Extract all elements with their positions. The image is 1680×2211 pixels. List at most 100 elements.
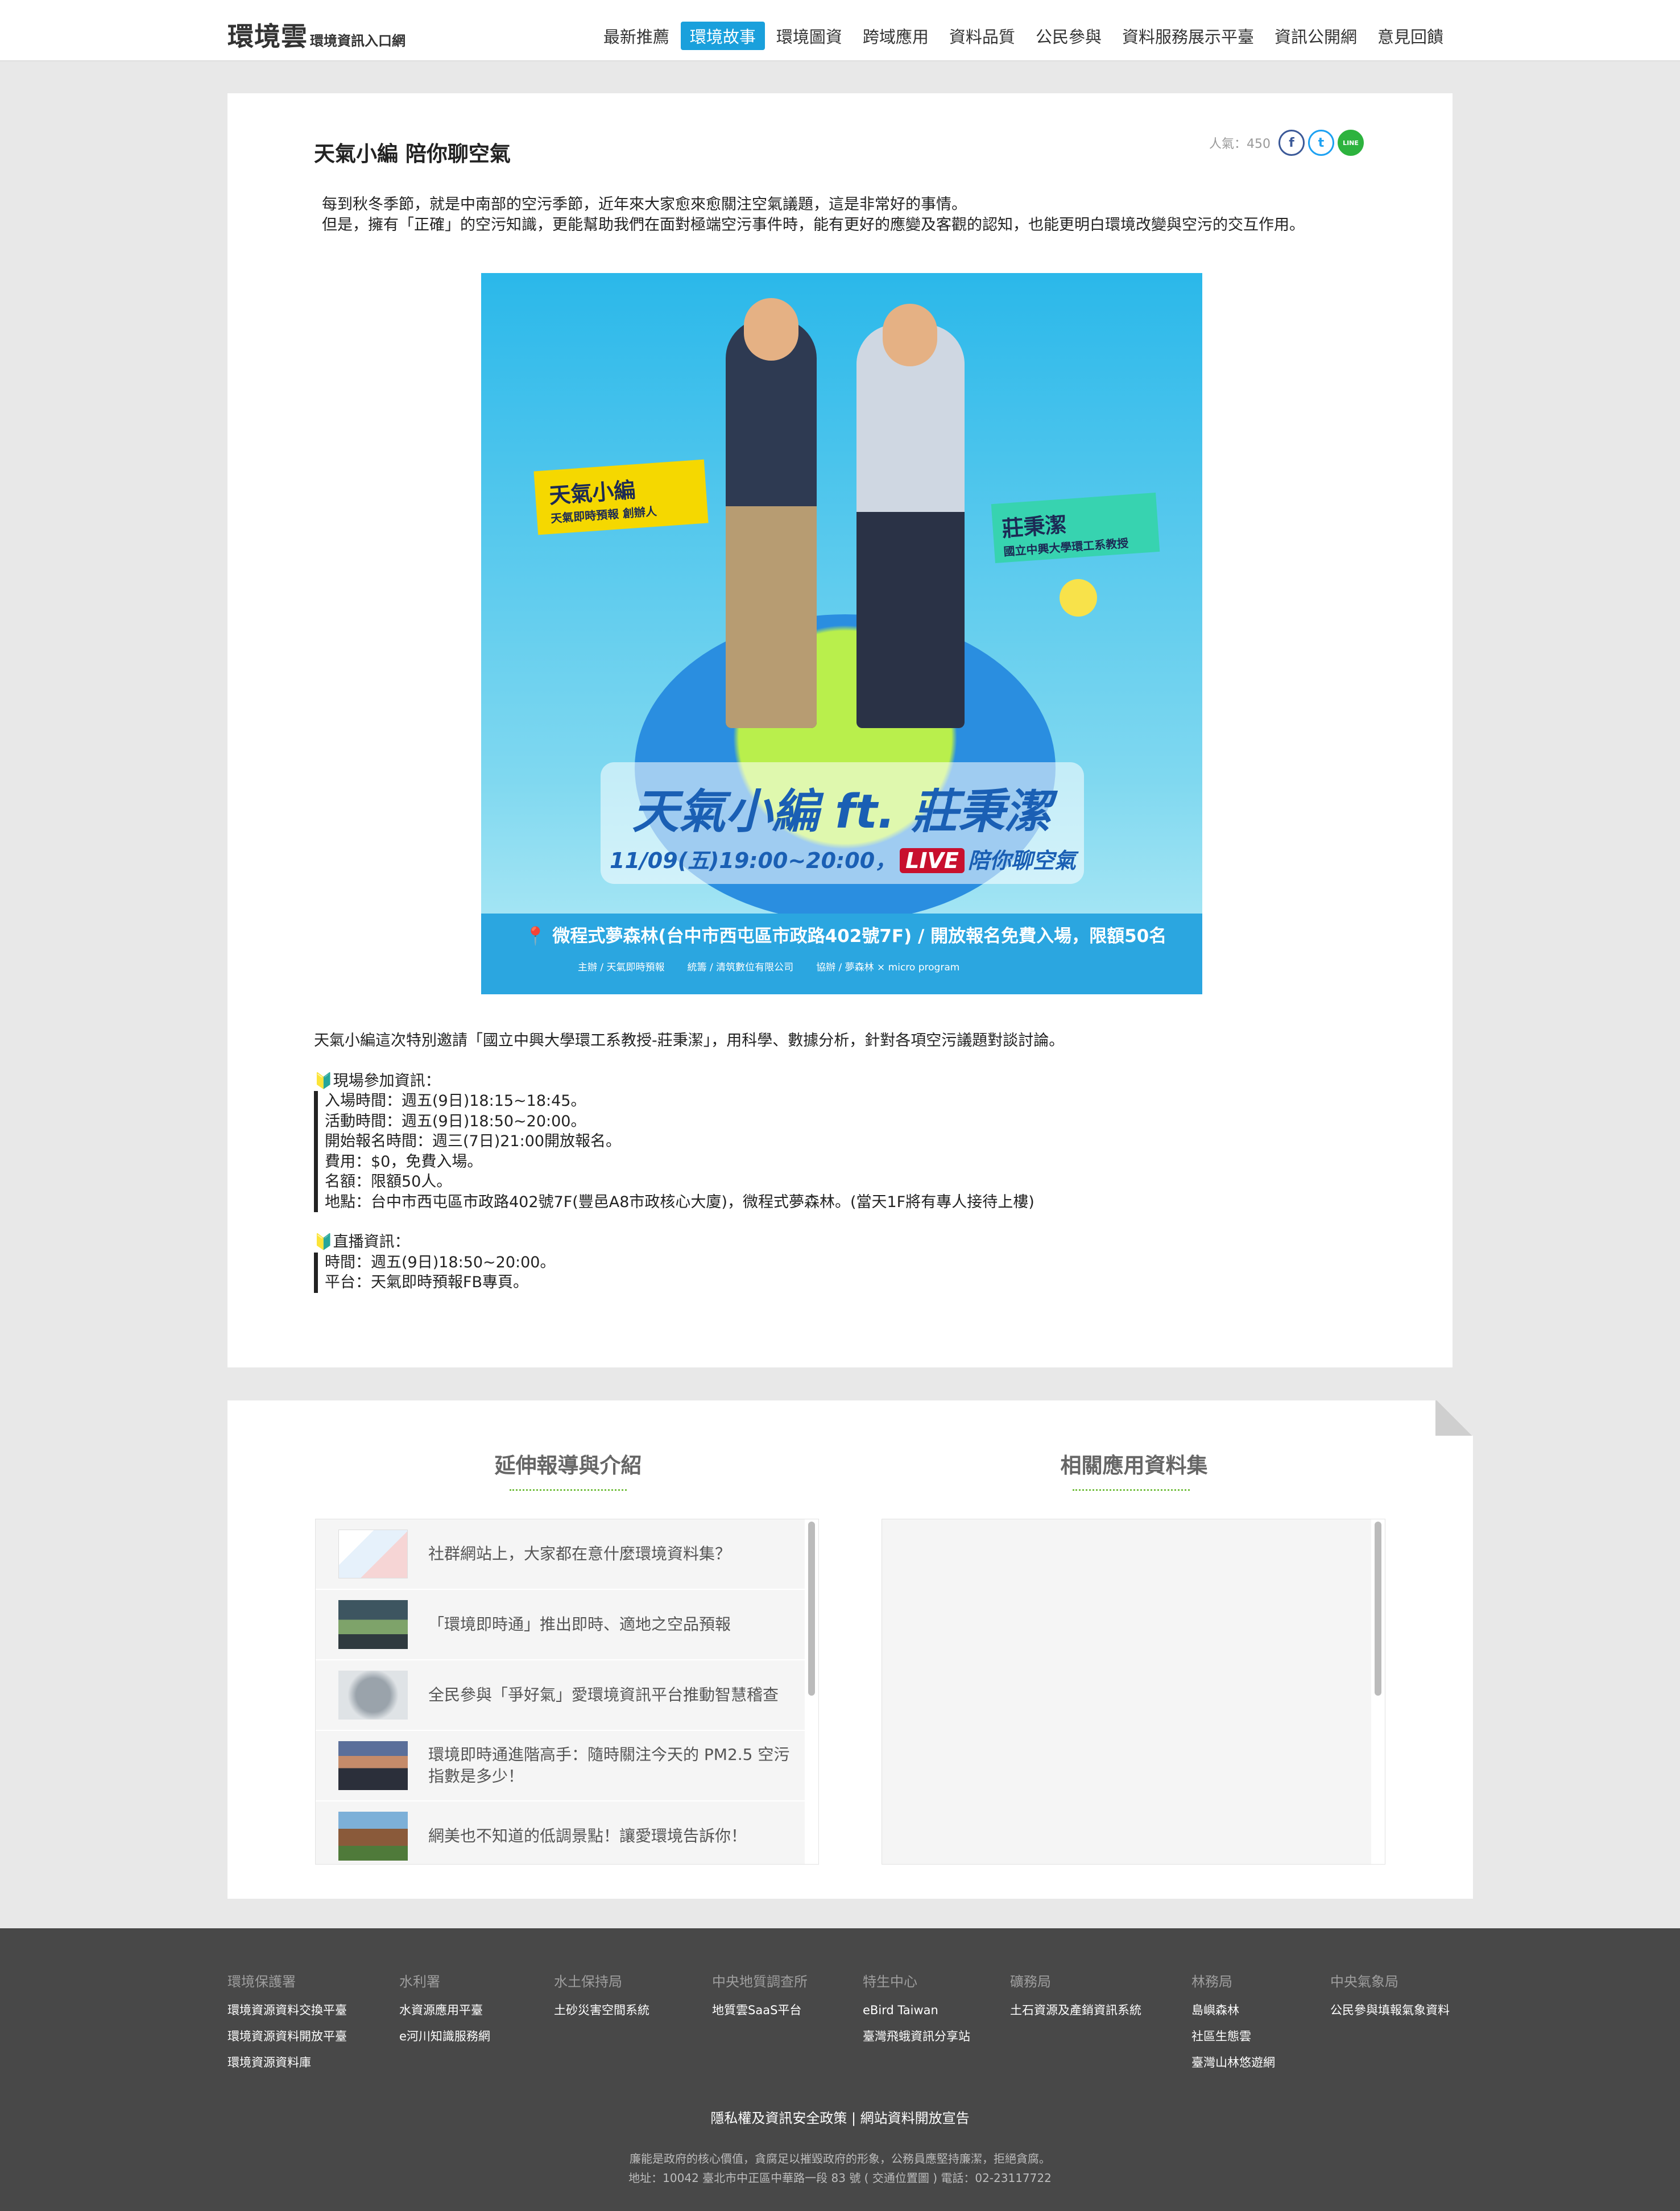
list-item[interactable]: 全民參與「爭好氣」愛環境資訊平台推動智慧稽查 bbox=[316, 1660, 805, 1731]
list-item-title: 「環境即時通」推出即時、適地之空品預報 bbox=[428, 1615, 731, 1634]
footer-column-geology: 中央地質調查所 地質雲SaaS平台 bbox=[712, 1970, 808, 2023]
nav-item-data-services[interactable]: 資料服務展示平臺 bbox=[1113, 22, 1263, 50]
related-section: 延伸報導與介紹 相關應用資料集 社群網站上，大家都在意什麼環境資料集？ 「環境即… bbox=[227, 1400, 1473, 1899]
guest-figure bbox=[856, 324, 965, 728]
share-bar: 人氣：450 f t LINE bbox=[1209, 130, 1364, 156]
list-item-title: 社群網站上，大家都在意什麼環境資料集？ bbox=[428, 1544, 731, 1563]
integrity-statement: 廉能是政府的核心價值，貪腐足以摧毀政府的形象，公務員應堅持廉潔，拒絕貪腐。 bbox=[630, 2152, 1050, 2165]
extended-reports-list: 社群網站上，大家都在意什麼環境資料集？ 「環境即時通」推出即時、適地之空品預報 … bbox=[315, 1519, 819, 1865]
footer-link[interactable]: 臺灣飛蛾資訊分享站 bbox=[863, 2023, 970, 2049]
footer-note: 廉能是政府的核心價值，貪腐足以摧毀政府的形象，公務員應堅持廉潔，拒絕貪腐。 地址… bbox=[0, 2149, 1680, 2188]
banner-venue: 📍 微程式夢森林(台中市西屯區市政路402號7F) / 開放報名免費入場，限額5… bbox=[524, 926, 1167, 947]
footer-link[interactable]: eBird Taiwan bbox=[863, 1997, 970, 2023]
onsite-item: 活動時間：週五(9日)18:50~20:00。 bbox=[314, 1111, 1372, 1131]
footer-link[interactable]: 環境資源資料交換平臺 bbox=[227, 1997, 347, 2023]
footer-link[interactable]: 土石資源及產銷資訊系統 bbox=[1010, 1997, 1141, 2023]
corner-fold bbox=[1435, 1400, 1473, 1436]
site-logo[interactable]: 環境雲 環境資訊入口網 bbox=[227, 16, 405, 53]
footer-column-soil: 水土保持局 土砂災害空間系統 bbox=[554, 1970, 649, 2023]
intro-paragraph: 每到秋冬季節，就是中南部的空污季節，近年來大家愈來愈關注空氣議題，這是非常好的事… bbox=[322, 196, 967, 213]
nav-item-maps[interactable]: 環境圖資 bbox=[767, 22, 851, 50]
list-item-title: 環境即時通進階高手：隨時關注今天的 PM2.5 空污指數是多少！ bbox=[428, 1745, 790, 1786]
main-nav: 最新推薦 環境故事 環境圖資 跨域應用 資料品質 公民參與 資料服務展示平臺 資… bbox=[594, 22, 1453, 50]
sun-illustration bbox=[1060, 579, 1097, 617]
article-intro: 每到秋冬季節，就是中南部的空污季節，近年來大家愈來愈關注空氣議題，這是非常好的事… bbox=[322, 195, 1368, 235]
top-header: 環境雲 環境資訊入口網 最新推薦 環境故事 環境圖資 跨域應用 資料品質 公民參… bbox=[0, 0, 1680, 61]
footer-column-forestry: 林務局 島嶼森林 社區生態雲 臺灣山林悠遊網 bbox=[1191, 1970, 1275, 2076]
banner-venue-strip: 📍 微程式夢森林(台中市西屯區市政路402號7F) / 開放報名免費入場，限額5… bbox=[481, 914, 1202, 994]
footer-link[interactable]: 臺灣山林悠遊網 bbox=[1191, 2049, 1275, 2076]
onsite-item: 入場時間：週五(9日)18:15~18:45。 bbox=[314, 1091, 1372, 1111]
nav-item-data-quality[interactable]: 資料品質 bbox=[940, 22, 1024, 50]
host-head bbox=[744, 298, 798, 361]
nav-item-open-info[interactable]: 資訊公開網 bbox=[1265, 22, 1366, 50]
list-scrollbar[interactable] bbox=[808, 1522, 815, 1696]
banner-title: 天氣小編 ft. 莊秉潔 bbox=[632, 785, 1052, 839]
live-item: 平台：天氣即時預報FB專頁。 bbox=[314, 1272, 1372, 1293]
nav-item-cross-domain[interactable]: 跨域應用 bbox=[854, 22, 938, 50]
facebook-share-icon[interactable]: f bbox=[1278, 130, 1305, 156]
article-card: 天氣小編 陪你聊空氣 人氣：450 f t LINE 每到秋冬季節，就是中南部的… bbox=[227, 93, 1453, 1367]
footer-column-biodiversity: 特生中心 eBird Taiwan 臺灣飛蛾資訊分享站 bbox=[863, 1970, 970, 2049]
title-underline bbox=[510, 1489, 627, 1491]
list-item-title: 全民參與「爭好氣」愛環境資訊平台推動智慧稽查 bbox=[428, 1685, 779, 1704]
footer-link[interactable]: 島嶼森林 bbox=[1191, 1997, 1275, 2023]
live-badge: LIVE bbox=[900, 848, 965, 873]
list-scrollbar[interactable] bbox=[1375, 1522, 1381, 1696]
line-share-icon[interactable]: LINE bbox=[1338, 130, 1364, 156]
banner-date: 11/09(五)19:00~20:00， LIVE 陪你聊空氣 bbox=[610, 848, 1076, 873]
related-datasets-list bbox=[882, 1519, 1385, 1865]
live-item: 時間：週五(9日)18:50~20:00。 bbox=[314, 1252, 1372, 1272]
extended-reports-title: 延伸報導與介紹 bbox=[494, 1453, 642, 1478]
footer-link[interactable]: 環境資源資料庫 bbox=[227, 2049, 347, 2076]
footer-link[interactable]: 公民參與填報氣象資料 bbox=[1330, 1997, 1450, 2023]
title-underline bbox=[1073, 1489, 1190, 1491]
article-thumbnail bbox=[338, 1741, 408, 1790]
footer-link[interactable]: 地質雲SaaS平台 bbox=[712, 1997, 808, 2023]
onsite-heading: 🔰現場參加資訊： bbox=[314, 1072, 441, 1090]
event-banner-image: 天氣小編 天氣即時預報 創辦人 莊秉潔 國立中興大學環工系教授 天氣小編 ft.… bbox=[481, 273, 1202, 994]
list-item[interactable]: 環境即時通進階高手：隨時關注今天的 PM2.5 空污指數是多少！ bbox=[316, 1731, 805, 1801]
onsite-item: 費用：$0，免費入場。 bbox=[314, 1151, 1372, 1172]
site-footer: 環境保護署 環境資源資料交換平臺 環境資源資料開放平臺 環境資源資料庫 水利署 … bbox=[0, 1928, 1680, 2211]
nav-item-citizen[interactable]: 公民參與 bbox=[1027, 22, 1111, 50]
host-name-tag: 天氣小編 天氣即時預報 創辦人 bbox=[533, 459, 709, 535]
footer-column-water: 水利署 水資源應用平臺 e河川知識服務網 bbox=[399, 1970, 490, 2049]
article-title: 天氣小編 陪你聊空氣 bbox=[314, 142, 511, 166]
article-body: 天氣小編這次特別邀請「國立中興大學環工系教授-莊秉潔」，用科學、數據分析，針對各… bbox=[314, 1031, 1372, 1293]
view-count: 人氣：450 bbox=[1209, 137, 1271, 151]
guest-name-tag: 莊秉潔 國立中興大學環工系教授 bbox=[991, 493, 1160, 563]
article-thumbnail bbox=[338, 1671, 408, 1720]
article-thumbnail bbox=[338, 1530, 408, 1578]
list-item[interactable]: 社群網站上，大家都在意什麼環境資料集？ bbox=[316, 1519, 805, 1590]
footer-link[interactable]: 土砂災害空間系統 bbox=[554, 1997, 649, 2023]
list-item[interactable]: 「環境即時通」推出即時、適地之空品預報 bbox=[316, 1590, 805, 1660]
nav-item-stories[interactable]: 環境故事 bbox=[680, 22, 765, 50]
footer-column-mining: 礦務局 土石資源及產銷資訊系統 bbox=[1010, 1970, 1141, 2023]
onsite-item: 地點：台中市西屯區市政路402號7F(豐邑A8市政核心大廈)，微程式夢森林。(當… bbox=[314, 1192, 1372, 1212]
footer-column-epa: 環境保護署 環境資源資料交換平臺 環境資源資料開放平臺 環境資源資料庫 bbox=[227, 1970, 347, 2076]
logo-main-text: 環境雲 bbox=[227, 21, 308, 52]
twitter-share-icon[interactable]: t bbox=[1308, 130, 1334, 156]
banner-sponsors: 主辦 / 天氣即時預報 統籌 / 清筑數位有限公司 協辦 / 夢森林 × mic… bbox=[578, 962, 960, 973]
footer-link[interactable]: e河川知識服務網 bbox=[399, 2023, 490, 2049]
footer-column-weather: 中央氣象局 公民參與填報氣象資料 bbox=[1330, 1970, 1450, 2023]
article-thumbnail bbox=[338, 1600, 408, 1649]
nav-item-feedback[interactable]: 意見回饋 bbox=[1368, 22, 1453, 50]
footer-link[interactable]: 社區生態雲 bbox=[1191, 2023, 1275, 2049]
logo-sub-text: 環境資訊入口網 bbox=[310, 33, 405, 49]
list-item-title: 網美也不知道的低調景點！讓愛環境告訴你！ bbox=[428, 1826, 747, 1845]
guest-head bbox=[883, 304, 937, 366]
footer-policy-links[interactable]: 隱私權及資訊安全政策 | 網站資料開放宣告 bbox=[0, 2107, 1680, 2127]
nav-item-latest[interactable]: 最新推薦 bbox=[594, 22, 678, 50]
contact-address: 地址：10042 臺北市中正區中華路一段 83 號 ( 交通位置圖 ) 電話：0… bbox=[628, 2171, 1052, 2185]
related-datasets-title: 相關應用資料集 bbox=[1060, 1453, 1208, 1478]
live-heading: 🔰直播資訊： bbox=[314, 1233, 410, 1251]
intro-paragraph: 但是，擁有「正確」的空污知識，更能幫助我們在面對極端空污事件時，能有更好的應變及… bbox=[322, 216, 1305, 234]
body-lead: 天氣小編這次特別邀請「國立中興大學環工系教授-莊秉潔」，用科學、數據分析，針對各… bbox=[314, 1032, 1065, 1049]
footer-link[interactable]: 水資源應用平臺 bbox=[399, 1997, 490, 2023]
host-figure bbox=[726, 319, 817, 728]
onsite-item: 名額：限額50人。 bbox=[314, 1172, 1372, 1192]
list-item[interactable]: 網美也不知道的低調景點！讓愛環境告訴你！ bbox=[316, 1801, 805, 1864]
footer-link[interactable]: 環境資源資料開放平臺 bbox=[227, 2023, 347, 2049]
